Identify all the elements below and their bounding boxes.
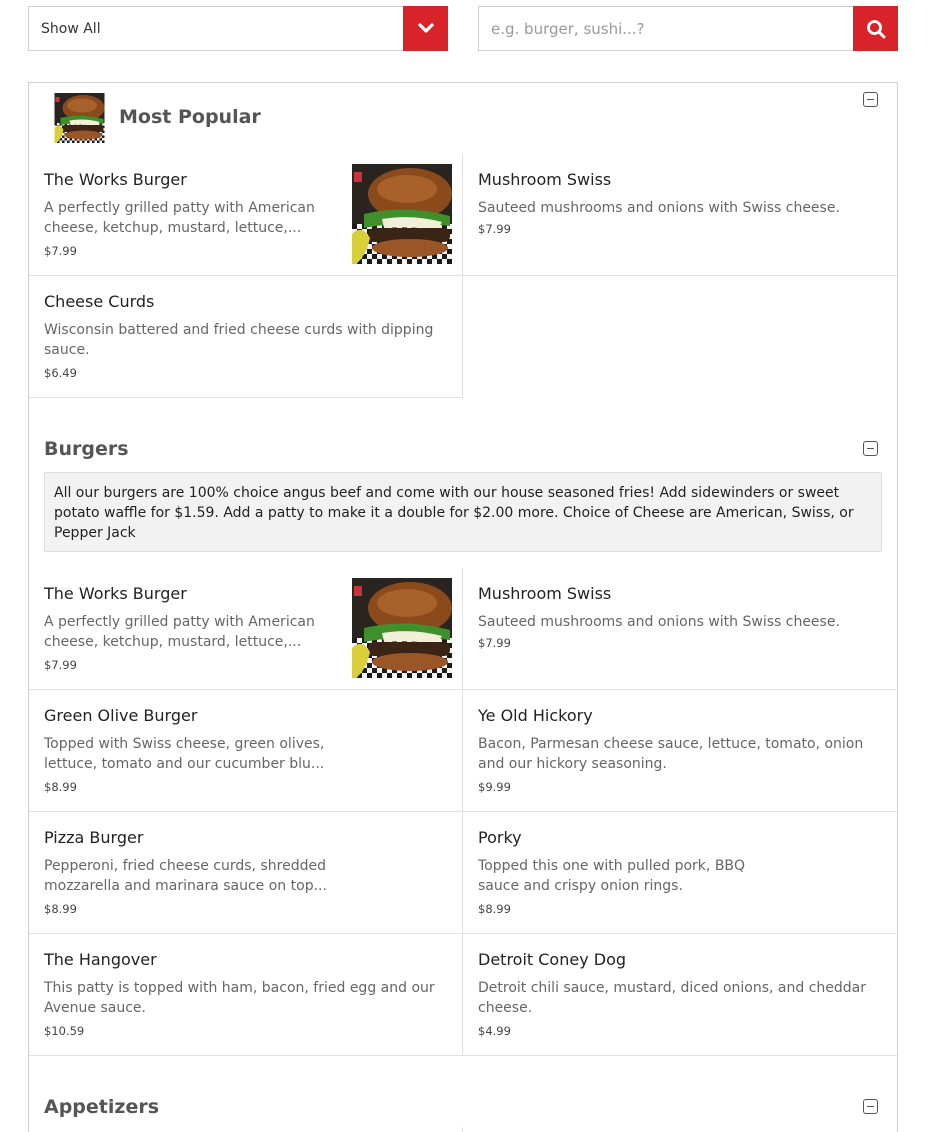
menu-item[interactable]: Cheese Curds Wisconsin battered and frie… — [29, 276, 463, 398]
menu-item[interactable]: Porky Topped this one with pulled pork, … — [463, 812, 897, 934]
menu-item[interactable]: Pizza Burger Pepperoni, fried cheese cur… — [29, 812, 463, 934]
item-price: $8.99 — [478, 902, 511, 916]
category-dropdown-button[interactable] — [403, 6, 448, 51]
item-description: Detroit chili sauce, mustard, diced onio… — [478, 980, 867, 1016]
item-name: The Works Burger — [44, 170, 187, 189]
menu-list: Most Popular The Works Burger A perfectl… — [28, 82, 898, 1132]
item-description: Wisconsin battered and fried cheese curd… — [44, 322, 434, 358]
item-name: The Hangover — [44, 950, 157, 969]
item-price: $7.99 — [44, 244, 77, 258]
item-price: $10.59 — [44, 1024, 85, 1038]
item-name: Pizza Burger — [44, 828, 144, 847]
item-price: $7.99 — [478, 636, 511, 650]
item-description: Sauteed mushrooms and onions with Swiss … — [478, 200, 840, 216]
section-notice: All our burgers are 100% choice angus be… — [44, 472, 882, 552]
menu-item[interactable]: Mushroom Swiss Sauteed mushrooms and oni… — [463, 154, 897, 276]
item-price: $9.99 — [478, 780, 511, 794]
chevron-down-icon — [417, 22, 434, 33]
item-description: A perfectly grilled patty with American … — [44, 200, 315, 236]
item-price: $8.99 — [44, 780, 77, 794]
item-description: This patty is topped with ham, bacon, fr… — [44, 980, 435, 1016]
item-price: $8.99 — [44, 902, 77, 916]
menu-item[interactable]: Ye Old Hickory Bacon, Parmesan cheese sa… — [463, 690, 897, 812]
item-description: A perfectly grilled patty with American … — [44, 614, 315, 650]
section-title: Burgers — [44, 438, 129, 460]
divider — [462, 1127, 463, 1132]
item-name: Cheese Curds — [44, 292, 155, 311]
menu-item[interactable]: Detroit Coney Dog Detroit chili sauce, m… — [463, 934, 897, 1056]
item-photo — [352, 578, 452, 678]
collapse-minus-icon[interactable] — [863, 92, 878, 107]
menu-item[interactable]: The Works Burger A perfectly grilled pat… — [29, 568, 463, 690]
search-input[interactable] — [479, 7, 853, 50]
category-select-value: Show All — [41, 21, 101, 37]
search-icon — [866, 19, 885, 38]
item-photo — [352, 164, 452, 264]
item-price: $4.99 — [478, 1024, 511, 1038]
item-name: Detroit Coney Dog — [478, 950, 627, 969]
item-description: Topped this one with pulled pork, BBQ sa… — [478, 858, 746, 894]
item-name: Porky — [478, 828, 522, 847]
item-description: Bacon, Parmesan cheese sauce, lettuce, t… — [478, 736, 864, 772]
menu-item[interactable]: Green Olive Burger Topped with Swiss che… — [29, 690, 463, 812]
item-description: Topped with Swiss cheese, green olives, … — [44, 736, 325, 772]
item-name: Ye Old Hickory — [478, 706, 593, 725]
item-description: Pepperoni, fried cheese curds, shredded … — [44, 858, 327, 894]
item-price: $7.99 — [44, 658, 77, 672]
category-select[interactable]: Show All — [28, 6, 448, 51]
menu-item[interactable]: Mushroom Swiss Sauteed mushrooms and oni… — [463, 568, 897, 690]
item-name: Mushroom Swiss — [478, 170, 612, 189]
collapse-minus-icon[interactable] — [863, 441, 878, 456]
collapse-minus-icon[interactable] — [863, 1099, 878, 1114]
section-thumbnail — [54, 93, 105, 143]
search-button[interactable] — [853, 6, 898, 51]
section-title: Most Popular — [119, 106, 261, 128]
search-field[interactable] — [478, 6, 898, 51]
item-name: Green Olive Burger — [44, 706, 198, 725]
item-name: Mushroom Swiss — [478, 584, 612, 603]
item-price: $6.49 — [44, 366, 77, 380]
item-price: $7.99 — [478, 222, 511, 236]
item-description: Sauteed mushrooms and onions with Swiss … — [478, 614, 840, 630]
section-title: Appetizers — [44, 1096, 160, 1118]
menu-item[interactable]: The Works Burger A perfectly grilled pat… — [29, 154, 463, 276]
menu-item[interactable]: The Hangover This patty is topped with h… — [29, 934, 463, 1056]
item-name: The Works Burger — [44, 584, 187, 603]
